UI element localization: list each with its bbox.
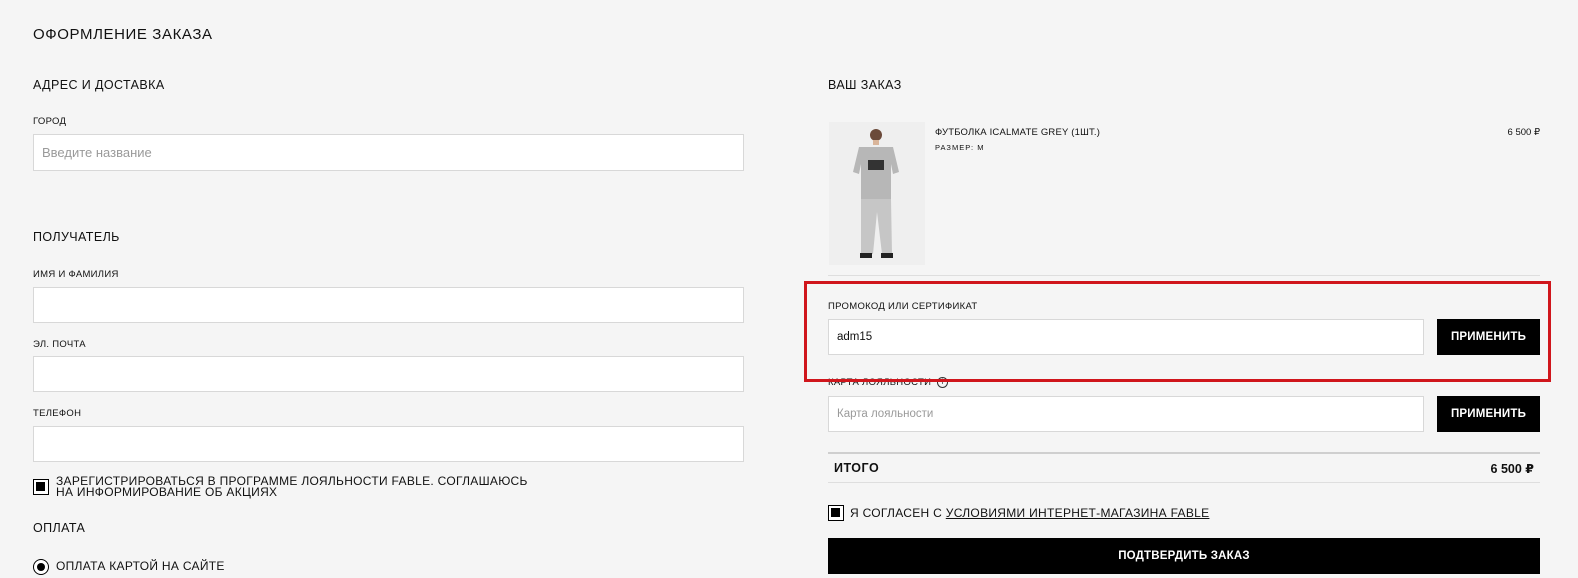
- email-input[interactable]: [33, 356, 744, 392]
- agree-checkbox[interactable]: [828, 505, 844, 521]
- name-input[interactable]: [33, 287, 744, 323]
- loyalty-card-input[interactable]: [828, 396, 1424, 432]
- product-photo-icon: [829, 122, 925, 265]
- promo-highlight: [804, 281, 1551, 382]
- payment-card-radio[interactable]: [33, 559, 49, 575]
- product-name[interactable]: ФУТБОЛКА ICALMATE GREY (1ШТ.): [935, 127, 1100, 138]
- total-bottom-divider: [828, 482, 1540, 483]
- product-size: РАЗМЕР: M: [935, 143, 985, 152]
- recipient-heading: ПОЛУЧАТЕЛЬ: [33, 230, 120, 244]
- total-value: 6 500 ₽: [1490, 462, 1534, 476]
- apply-loyalty-button[interactable]: ПРИМЕНИТЬ: [1437, 396, 1540, 432]
- product-price: 6 500 ₽: [1507, 127, 1540, 138]
- confirm-order-button[interactable]: ПОДТВЕРДИТЬ ЗАКАЗ: [828, 538, 1540, 574]
- product-image[interactable]: [829, 122, 925, 265]
- total-top-divider: [828, 452, 1540, 454]
- loyalty-register-text-line2: НА ИНФОРМИРОВАНИЕ ОБ АКЦИЯХ: [56, 485, 278, 499]
- phone-input[interactable]: [33, 426, 744, 462]
- city-input[interactable]: [33, 134, 744, 171]
- email-label: ЭЛ. ПОЧТА: [33, 339, 86, 350]
- total-label: ИТОГО: [834, 461, 880, 475]
- loyalty-register-text: ЗАРЕГИСТРИРОВАТЬСЯ В ПРОГРАММЕ ЛОЯЛЬНОСТ…: [56, 475, 528, 499]
- divider: [828, 275, 1540, 276]
- loyalty-register-checkbox[interactable]: [33, 479, 49, 495]
- name-label: ИМЯ И ФАМИЛИЯ: [33, 269, 119, 280]
- terms-link[interactable]: УСЛОВИЯМИ ИНТЕРНЕТ-МАГАЗИНА FABLE: [946, 506, 1210, 520]
- agree-prefix: Я СОГЛАСЕН С: [850, 506, 943, 520]
- order-heading: ВАШ ЗАКАЗ: [828, 78, 902, 92]
- city-label: ГОРОД: [33, 116, 67, 127]
- payment-heading: ОПЛАТА: [33, 521, 86, 535]
- page-title: ОФОРМЛЕНИЕ ЗАКАЗА: [33, 26, 213, 43]
- payment-card-label: ОПЛАТА КАРТОЙ НА САЙТЕ: [56, 559, 225, 573]
- delivery-heading: АДРЕС И ДОСТАВКА: [33, 78, 165, 92]
- agree-text: Я СОГЛАСЕН С УСЛОВИЯМИ ИНТЕРНЕТ-МАГАЗИНА…: [850, 506, 1210, 520]
- phone-label: ТЕЛЕФОН: [33, 408, 82, 419]
